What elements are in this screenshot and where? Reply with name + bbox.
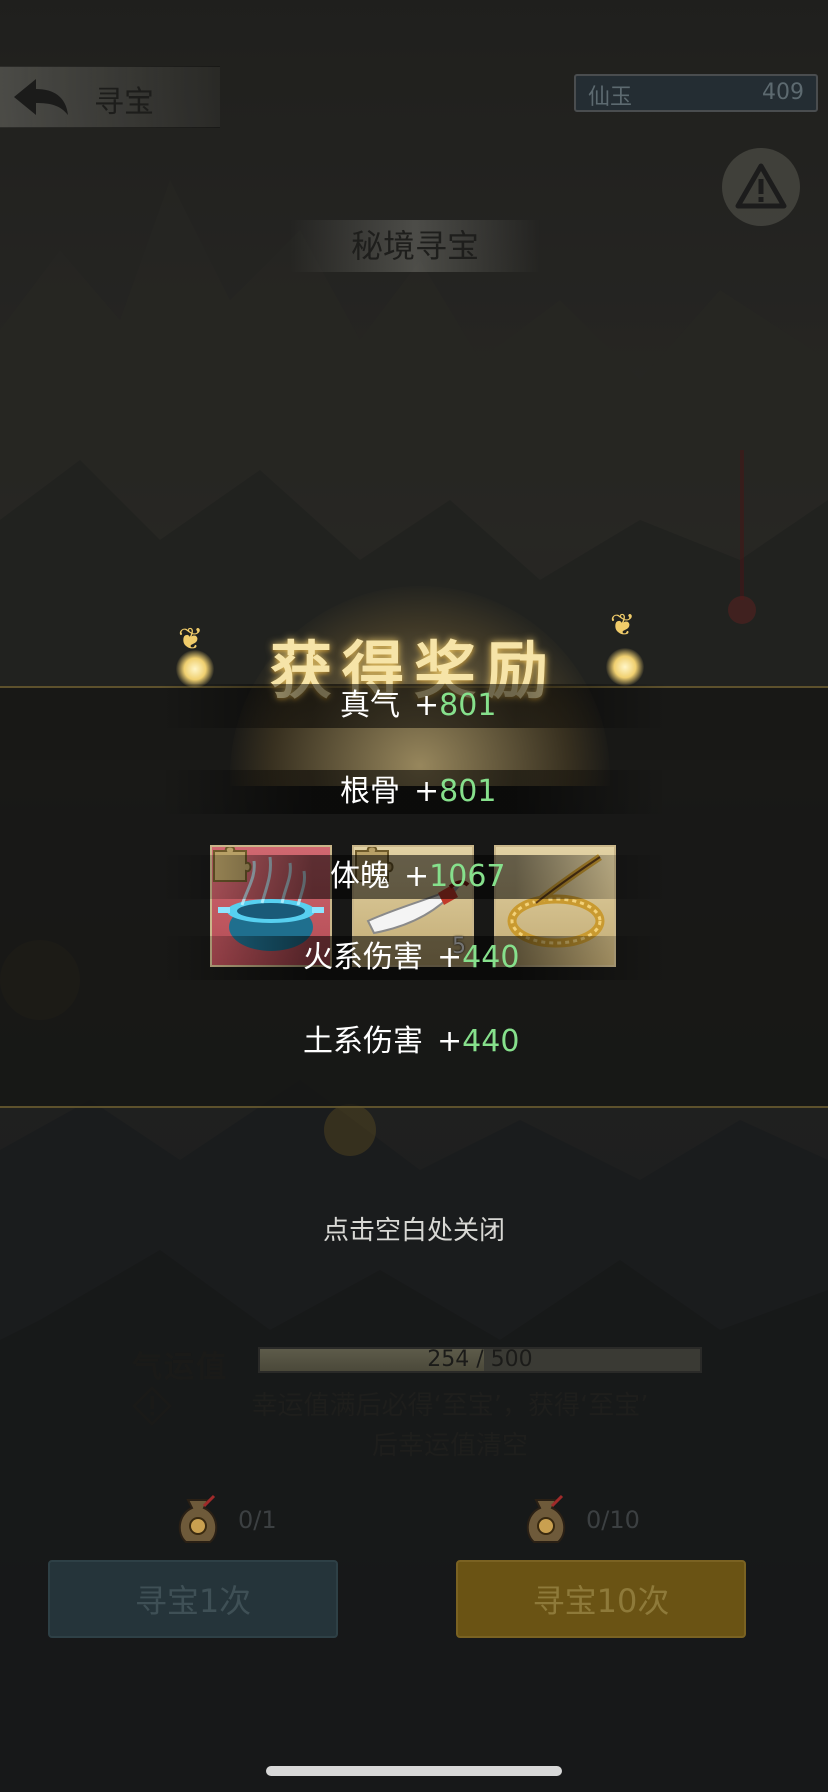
stat-value: 440 [462,940,520,975]
luck-note-line1: 幸运值满后必得‘至宝’，获得‘至宝’ [251,1391,649,1421]
stat-plus: + [414,774,440,809]
stat-plus: + [437,1024,463,1059]
luck-progress-text: 254 / 500 [427,1347,533,1372]
close-hint: 点击空白处关闭 [322,1216,505,1246]
warning-icon [735,163,787,209]
warning-diamond-icon [132,1386,172,1426]
stat-row: 土系伤害 +440 [303,1020,519,1064]
luck-note-line2: 后幸运值清空 [371,1431,528,1461]
treasure-pouch-icon [526,1494,566,1543]
stat-label: 体魄 [330,859,390,894]
stat-row: 真气 +801 [340,684,496,728]
luck-note: 幸运值满后必得‘至宝’，获得‘至宝’ 后幸运值清空 [190,1386,710,1466]
currency-value: 409 [762,80,804,105]
ten-draw-quota: 0/10 [586,1506,640,1534]
back-button[interactable]: 寻宝 [0,66,220,128]
top-bar: 寻宝 仙玉 409 [0,66,828,128]
treasure-pouch-icon [178,1494,218,1543]
stat-row: 根骨 +801 [340,770,496,814]
stat-plus: + [404,859,430,894]
stat-label: 火系伤害 [303,940,423,975]
stat-row: 火系伤害 +440 [303,936,519,980]
stat-value: 440 [462,1024,520,1059]
stat-label: 土系伤害 [303,1024,423,1059]
stat-plus: + [437,940,463,975]
back-arrow-icon [14,79,68,115]
section-title: 秘境寻宝 [290,220,540,272]
stat-value: 1067 [429,859,506,894]
single-draw-quota: 0/1 [238,1506,277,1534]
page-title: 寻宝 [94,85,154,120]
stat-row: 体魄 +1067 [330,855,506,899]
luck-progress-bar: 254 / 500 [258,1347,702,1373]
currency-label: 仙玉 [588,85,633,110]
info-button[interactable] [722,148,800,226]
stat-plus: + [414,688,440,723]
stat-label: 根骨 [340,774,400,809]
draw-ten-button[interactable]: 寻宝10次 [456,1560,746,1638]
stat-label: 真气 [340,688,400,723]
currency-display: 仙玉 409 [574,74,818,112]
stat-value: 801 [439,688,497,723]
luck-label: 气运值 [132,1350,228,1385]
home-indicator[interactable] [266,1766,562,1776]
stat-value: 801 [439,774,497,809]
draw-once-button[interactable]: 寻宝1次 [48,1560,338,1638]
